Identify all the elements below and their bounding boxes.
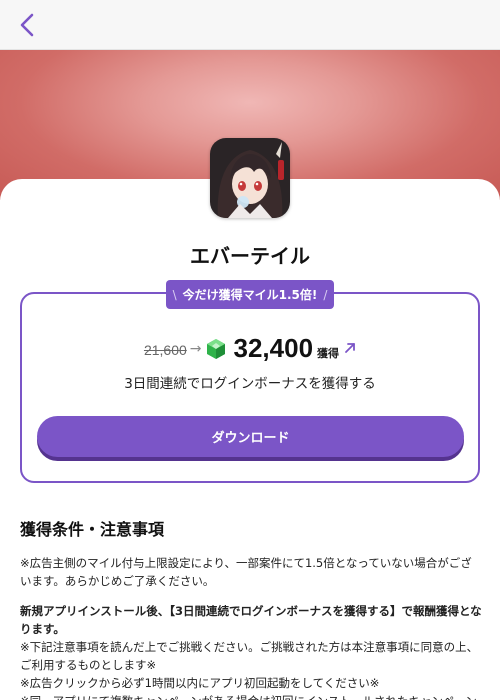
download-button[interactable]: ダウンロード (37, 416, 464, 457)
external-link-icon[interactable] (344, 342, 356, 354)
reward-condition: 3日間連続でログインボーナスを獲得する (124, 376, 376, 392)
chevron-left-icon[interactable] (14, 11, 42, 39)
notes-line: ※下記注意事項を読んだ上でご挑戦ください。ご挑戦された方は本注意事項に同意の上、… (20, 640, 479, 672)
notes-paragraph-bold: 新規アプリインストール後、【3日間連続でログインボーナスを獲得する】で報酬獲得と… (20, 604, 482, 636)
notes-title: 獲得条件・注意事項 (20, 520, 165, 539)
app-name: エバーテイル (190, 244, 310, 268)
notes-body: ※広告主側のマイル付与上限設定により、一部案件にて1.5倍となっていない場合がご… (20, 554, 482, 700)
arrow-right-icon: → (189, 340, 202, 357)
green-gem-icon (206, 338, 225, 359)
reward-row: 21,600 → 32,400 獲得 (0, 333, 500, 364)
app-icon (210, 138, 290, 218)
promo-badge: \ 今だけ獲得マイル1.5倍! / (166, 280, 334, 309)
promo-label: 今だけ獲得マイル1.5倍! (182, 288, 318, 302)
notes-paragraph: ※広告主側のマイル付与上限設定により、一部案件にて1.5倍となっていない場合がご… (20, 556, 472, 588)
promo-left-mark: \ (172, 287, 177, 302)
top-bar (0, 0, 500, 50)
original-points: 21,600 (143, 342, 187, 358)
reward-points: 32,400 (233, 333, 314, 363)
notes-line: ※広告クリックから必ず1時間以内にアプリ初回起動をしてください※ (20, 676, 380, 690)
promo-right-mark: / (323, 287, 328, 302)
earn-label: 獲得 (317, 346, 340, 360)
notes-line: ※同一アプリにて複数キャンペーンがある場合は初回にインストールされたキャンペーン… (20, 692, 482, 700)
